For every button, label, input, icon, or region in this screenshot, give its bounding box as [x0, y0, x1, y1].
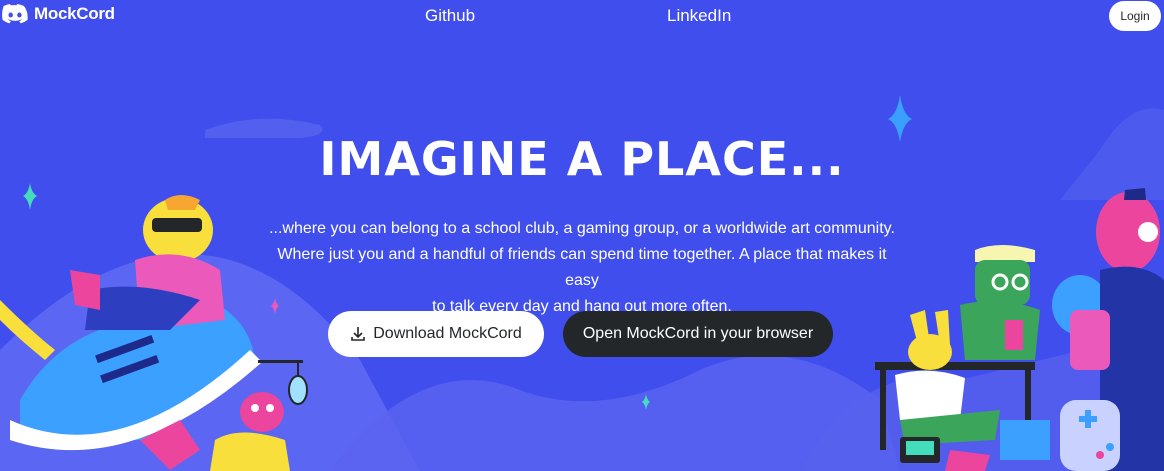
download-button[interactable]: Download MockCord: [328, 311, 544, 357]
download-button-label: Download MockCord: [373, 325, 522, 342]
pink-shirt-right: [1070, 310, 1110, 370]
lantern-pole: [258, 360, 303, 363]
nav-link-github[interactable]: Github: [425, 6, 475, 26]
hero-description-line-2: Where just you and a handful of friends …: [277, 246, 887, 289]
sunglasses: [152, 218, 202, 232]
nav-link-linkedin[interactable]: LinkedIn: [667, 6, 731, 26]
bench-leg-1: [880, 370, 886, 450]
brand-name: MockCord: [34, 4, 115, 23]
discord-logo-icon: [2, 4, 28, 24]
bench-top: [875, 362, 1035, 370]
login-button[interactable]: Login: [1109, 1, 1161, 31]
hero-title: IMAGINE A PLACE...: [319, 132, 845, 186]
hero-description: ...where you can belong to a school club…: [262, 216, 902, 320]
open-in-browser-button[interactable]: Open MockCord in your browser: [563, 311, 833, 357]
blue-pants-right: [1000, 420, 1050, 460]
green-character-head: [975, 260, 1030, 305]
yellow-character-body: [210, 432, 290, 471]
lantern: [288, 375, 308, 405]
hat: [975, 245, 1035, 262]
green-character-body: [960, 301, 1040, 360]
bunny-shirt: [895, 370, 965, 420]
pink-character-head: [240, 392, 284, 432]
pink-hat: [1124, 188, 1146, 200]
brand-logo[interactable]: MockCord: [2, 3, 115, 25]
sparkle-green-icon: [23, 183, 37, 210]
top-nav: MockCord Github LinkedIn Login: [0, 0, 1164, 32]
drink-cup: [1005, 320, 1023, 350]
bunny-head: [908, 334, 952, 370]
hero-description-line-1: ...where you can belong to a school club…: [269, 220, 895, 237]
download-icon: [351, 327, 366, 341]
yellow-character-hair: [165, 195, 200, 210]
